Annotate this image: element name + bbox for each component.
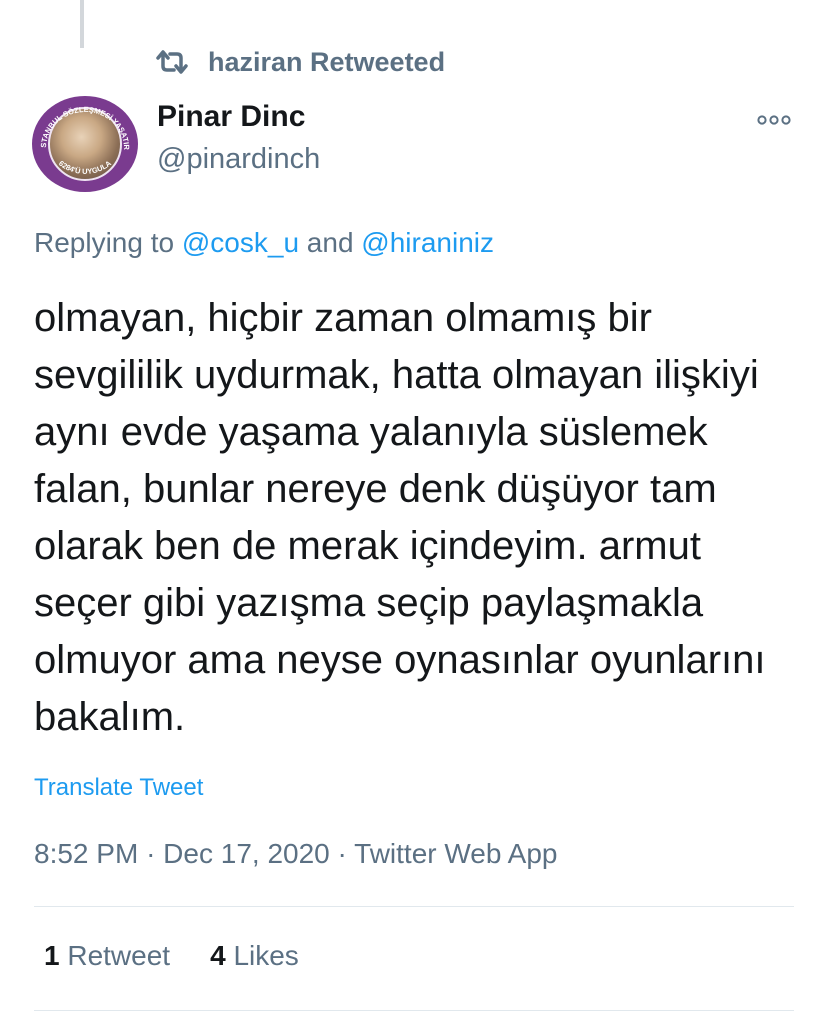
tweet-text: olmayan, hiçbir zaman olmamış bir sevgil… xyxy=(34,296,766,739)
svg-text:6284'Ü UYGULA: 6284'Ü UYGULA xyxy=(57,158,113,176)
retweet-context: haziran Retweeted xyxy=(150,42,445,82)
tweet-source[interactable]: Twitter Web App xyxy=(354,838,557,869)
tweet-metadata: 8:52 PM · Dec 17, 2020 · Twitter Web App xyxy=(34,838,558,870)
mention-link-2[interactable]: @hiraniniz xyxy=(361,227,494,258)
replying-prefix: Replying to xyxy=(34,227,182,258)
avatar[interactable]: İSTANBUL SÖZLEŞMESİ YAŞATIR 6284'Ü UYGUL… xyxy=(32,96,138,192)
thread-connector-line xyxy=(80,0,84,48)
avatar-ring-top-text: İSTANBUL SÖZLEŞMESİ YAŞATIR xyxy=(32,96,131,151)
replying-to: Replying to @cosk_u and @hiraniniz xyxy=(34,227,494,259)
mention-link-1[interactable]: @cosk_u xyxy=(182,227,299,258)
divider xyxy=(34,1010,794,1011)
more-options-button[interactable] xyxy=(754,105,794,135)
retweets-label: Retweet xyxy=(67,940,171,971)
author-handle[interactable]: @pinardinch xyxy=(157,143,320,176)
retweets-stat[interactable]: 1 Retweet xyxy=(44,940,170,972)
engagement-stats: 1 Retweet 4 Likes xyxy=(44,940,299,972)
likes-stat[interactable]: 4 Likes xyxy=(210,940,299,972)
tweet-time[interactable]: 8:52 PM xyxy=(34,838,138,869)
likes-label: Likes xyxy=(233,940,299,971)
retweeted-by-label[interactable]: haziran Retweeted xyxy=(208,47,445,78)
divider xyxy=(34,906,794,907)
retweet-icon xyxy=(150,42,194,82)
likes-count: 4 xyxy=(210,940,226,971)
meta-separator: · xyxy=(337,838,347,869)
author-name[interactable]: Pinar Dinc xyxy=(157,100,305,134)
meta-separator: · xyxy=(146,838,156,869)
tweet-date[interactable]: Dec 17, 2020 xyxy=(163,838,330,869)
translate-tweet-link[interactable]: Translate Tweet xyxy=(34,774,203,802)
avatar-ring-lettering: İSTANBUL SÖZLEŞMESİ YAŞATIR 6284'Ü UYGUL… xyxy=(32,96,131,176)
more-icon xyxy=(757,115,791,125)
svg-text:İSTANBUL SÖZLEŞMESİ YAŞATIR: İSTANBUL SÖZLEŞMESİ YAŞATIR xyxy=(32,96,131,151)
retweets-count: 1 xyxy=(44,940,60,971)
replying-conjunction: and xyxy=(299,227,362,258)
avatar-ring-bottom-text: 6284'Ü UYGULA xyxy=(57,158,113,176)
